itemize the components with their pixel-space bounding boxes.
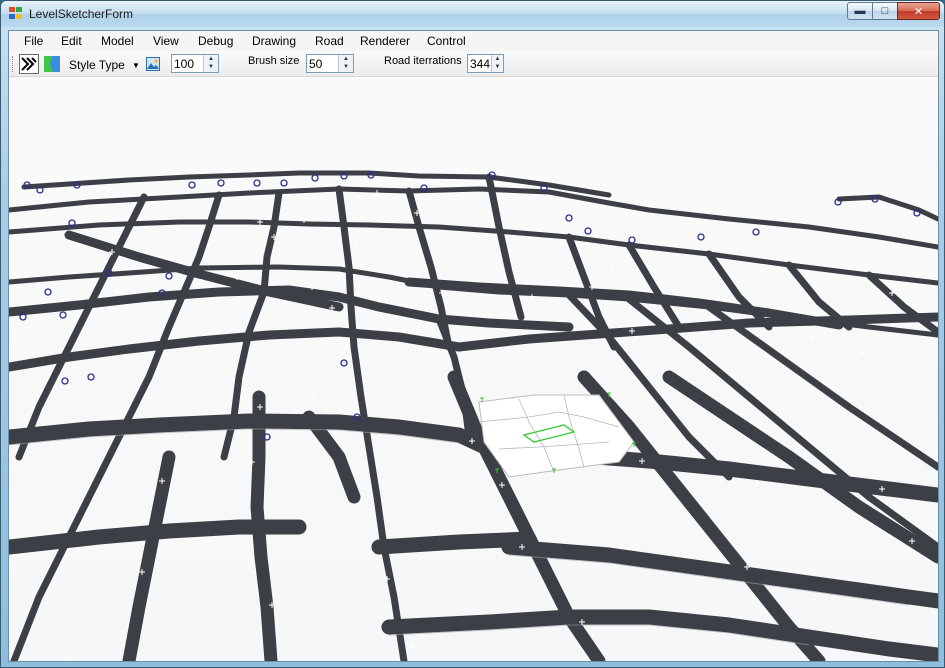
image-icon [146,57,160,71]
brush-size-label: Brush size [248,55,300,67]
road-iterations-value: 344 [470,57,491,71]
road-tool-button[interactable] [19,54,39,74]
zoom-value: 100 [174,57,195,71]
render-viewport[interactable] [9,77,938,661]
brush-size-stepper[interactable]: 50 ▲ ▼ [306,54,354,73]
menu-control[interactable]: Control [427,34,466,48]
client-area: File Edit Model View Debug Drawing Road … [8,30,939,662]
road-iterations-label: Road iterrations [384,55,462,67]
road-network-render[interactable] [9,77,938,661]
maximize-button[interactable]: □ [872,2,898,20]
menu-debug[interactable]: Debug [198,34,233,48]
close-icon: ✕ [913,5,924,18]
title-bar[interactable]: LevelSketcherForm ▬ □ ✕ [1,1,944,27]
spin-down-icon[interactable]: ▼ [492,63,503,71]
menu-view[interactable]: View [153,34,179,48]
paint-tool-icon [44,56,60,72]
menu-file[interactable]: File [24,34,43,48]
zoom-stepper[interactable]: 100 ▲ ▼ [171,54,219,73]
window-title: LevelSketcherForm [29,7,134,21]
road-tool-icon [21,57,37,71]
menu-drawing[interactable]: Drawing [252,34,296,48]
menu-bar: File Edit Model View Debug Drawing Road … [9,31,938,51]
toolbar: Style Type ▼ 100 ▲ ▼ Brush size 50 ▲ ▼ Roa… [9,51,938,77]
spin-up-icon[interactable]: ▲ [204,55,218,63]
app-icon [9,7,23,20]
minimize-button[interactable]: ▬ [847,2,873,20]
spin-up-icon[interactable]: ▲ [339,55,353,63]
spin-up-icon[interactable]: ▲ [492,55,503,63]
road-iterations-stepper[interactable]: 344 ▲ ▼ [467,54,504,73]
menu-road[interactable]: Road [315,34,344,48]
chevron-down-icon[interactable]: ▼ [132,61,140,70]
maximize-icon: □ [881,5,889,17]
menu-renderer[interactable]: Renderer [360,34,410,48]
close-button[interactable]: ✕ [897,2,940,20]
menu-edit[interactable]: Edit [61,34,82,48]
style-type-dropdown[interactable]: Style Type [69,58,125,72]
app-window: LevelSketcherForm ▬ □ ✕ File Edit Model … [0,0,945,668]
brush-size-value: 50 [309,57,323,71]
image-button[interactable] [146,57,160,71]
menu-model[interactable]: Model [101,34,134,48]
spin-down-icon[interactable]: ▼ [339,63,353,71]
spin-down-icon[interactable]: ▼ [204,63,218,71]
paint-tool-button[interactable] [42,54,62,74]
toolbar-grip[interactable] [12,56,15,72]
minimize-icon: ▬ [854,5,866,17]
